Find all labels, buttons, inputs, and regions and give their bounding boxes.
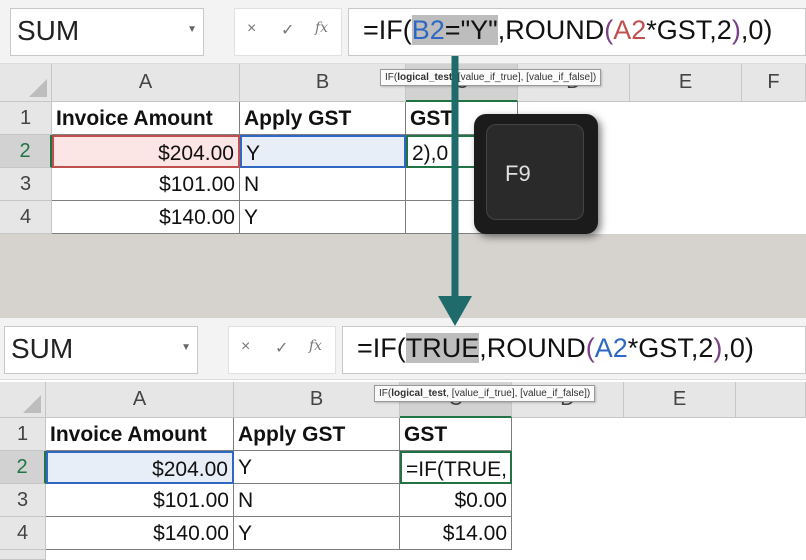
arrow-head-icon (438, 296, 472, 326)
transition-arrow (438, 56, 472, 326)
